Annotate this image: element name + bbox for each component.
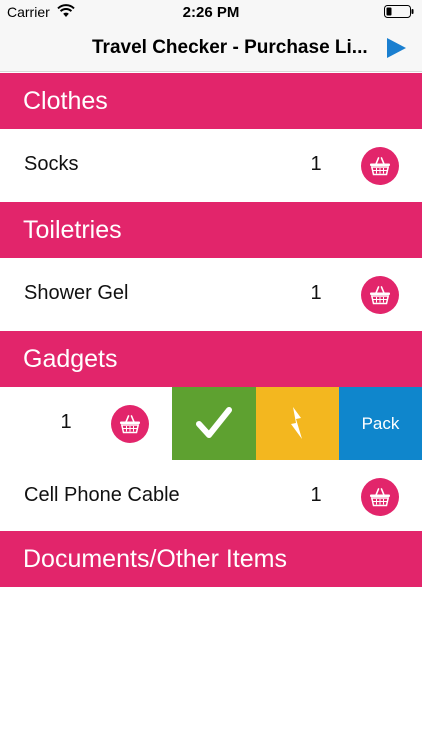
basket-icon bbox=[370, 488, 390, 507]
swiped-list-item[interactable]: 1 Pack bbox=[0, 387, 422, 461]
quick-action-button[interactable] bbox=[256, 387, 339, 460]
mark-done-button[interactable] bbox=[172, 387, 256, 460]
item-quantity: 1 bbox=[310, 153, 322, 175]
basket-button[interactable] bbox=[361, 276, 399, 314]
section-header-gadgets: Gadgets bbox=[0, 331, 422, 387]
basket-icon bbox=[120, 415, 140, 434]
item-quantity: 1 bbox=[310, 484, 322, 506]
play-icon[interactable] bbox=[384, 36, 408, 60]
item-quantity: 1 bbox=[60, 411, 72, 433]
navigation-bar: Travel Checker - Purchase Li... bbox=[0, 24, 422, 72]
basket-button[interactable] bbox=[111, 405, 149, 443]
basket-button[interactable] bbox=[361, 478, 399, 516]
section-header-clothes: Clothes bbox=[0, 73, 422, 129]
pack-button[interactable]: Pack bbox=[339, 387, 422, 460]
status-time: 2:26 PM bbox=[182, 4, 240, 21]
section-header-toiletries: Toiletries bbox=[0, 202, 422, 258]
item-name: Socks bbox=[24, 153, 79, 175]
page-title: Travel Checker - Purchase Li... bbox=[92, 37, 368, 58]
item-name: Shower Gel bbox=[24, 282, 129, 304]
item-quantity: 1 bbox=[310, 282, 322, 304]
basket-icon bbox=[370, 286, 390, 305]
section-header-documents: Documents/Other Items bbox=[0, 531, 422, 587]
bolt-icon bbox=[291, 407, 302, 439]
status-bar: Carrier 2:26 PM bbox=[0, 0, 422, 24]
list-item[interactable]: Cell Phone Cable 1 bbox=[0, 460, 422, 534]
list-item[interactable]: Socks 1 bbox=[0, 129, 422, 203]
swiped-row-content: 1 bbox=[0, 387, 172, 460]
battery-icon bbox=[384, 5, 414, 18]
basket-button[interactable] bbox=[361, 147, 399, 185]
basket-icon bbox=[370, 157, 390, 176]
checkmark-icon bbox=[196, 407, 232, 438]
item-name: Cell Phone Cable bbox=[24, 484, 180, 506]
list-item[interactable]: Shower Gel 1 bbox=[0, 258, 422, 332]
